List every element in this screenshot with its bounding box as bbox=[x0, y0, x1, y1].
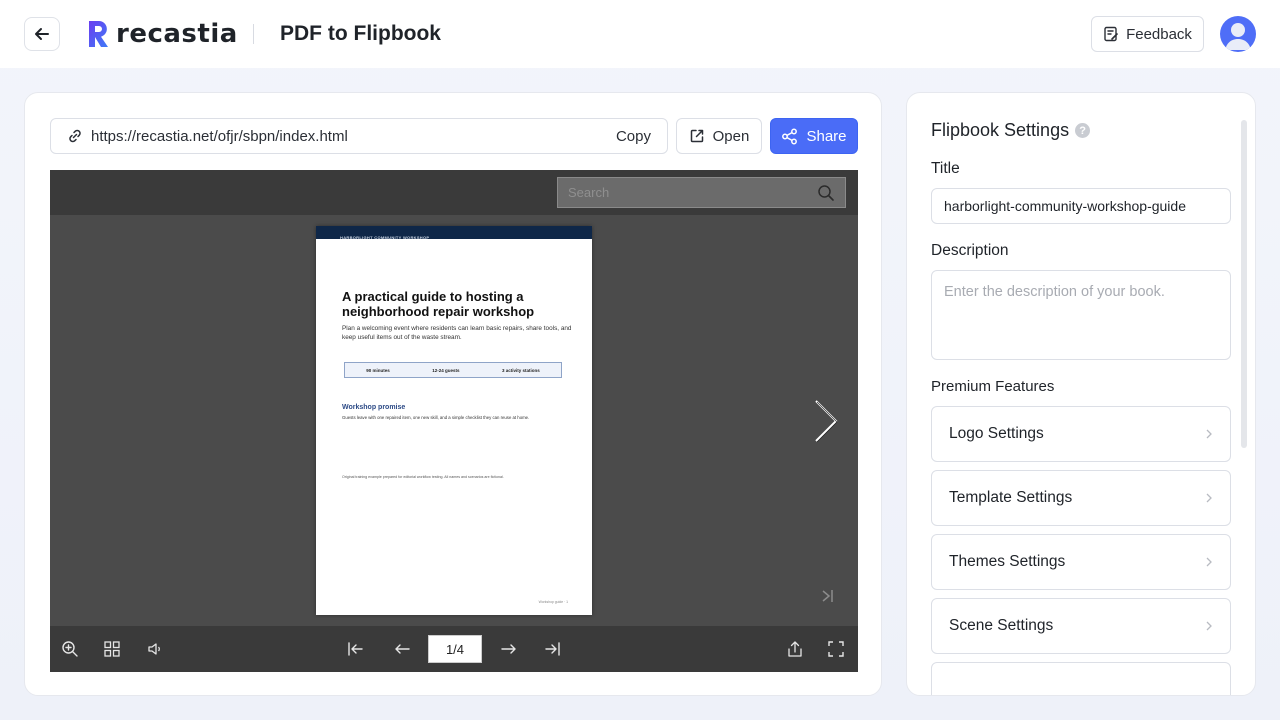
chevron-right-icon bbox=[1206, 557, 1212, 567]
settings-scrollbar[interactable] bbox=[1241, 120, 1247, 448]
logo-mark-icon bbox=[89, 21, 108, 47]
themes-settings-row[interactable]: Themes Settings bbox=[931, 534, 1231, 590]
search-placeholder: Search bbox=[568, 185, 610, 200]
top-bar: recastia PDF to Flipbook Feedback bbox=[0, 0, 1280, 68]
settings-heading-text: Flipbook Settings bbox=[931, 120, 1070, 140]
page-section-heading: Workshop promise bbox=[342, 404, 406, 411]
viewer-search-input[interactable]: Search bbox=[557, 177, 846, 208]
last-page-corner-icon[interactable] bbox=[819, 587, 837, 605]
share-label: Share bbox=[806, 127, 847, 145]
settings-panel: Flipbook Settings ? Title harborlight-co… bbox=[906, 92, 1256, 696]
feedback-label: Feedback bbox=[1126, 25, 1192, 43]
feature-label: Scene Settings bbox=[949, 617, 1054, 634]
fullscreen-icon[interactable] bbox=[826, 639, 846, 659]
page-note: Original training example prepared for e… bbox=[342, 475, 504, 479]
share-url-field[interactable]: https://recastia.net/ofjr/sbpn/index.htm… bbox=[50, 118, 668, 154]
chevron-right-icon bbox=[1206, 621, 1212, 631]
settings-heading: Flipbook Settings ? bbox=[931, 120, 1091, 141]
stat-guests: 12-24 guests bbox=[432, 367, 460, 373]
feature-label: Logo Settings bbox=[949, 425, 1044, 442]
next-page-arrow-icon[interactable] bbox=[810, 398, 840, 444]
help-icon[interactable]: ? bbox=[1075, 123, 1091, 138]
page-title: PDF to Flipbook bbox=[280, 22, 441, 45]
open-label: Open bbox=[712, 127, 750, 145]
description-textarea[interactable]: Enter the description of your book. bbox=[931, 270, 1231, 360]
next-page-icon[interactable] bbox=[499, 639, 519, 659]
feedback-button[interactable]: Feedback bbox=[1091, 16, 1204, 52]
zoom-in-icon[interactable] bbox=[60, 639, 80, 659]
template-settings-row[interactable]: Template Settings bbox=[931, 470, 1231, 526]
page-stats-box: 90 minutes 12-24 guests 3 activity stati… bbox=[344, 362, 562, 378]
previous-page-icon[interactable] bbox=[392, 639, 412, 659]
chevron-right-icon bbox=[1206, 493, 1212, 503]
viewer-toolbar-top: Search bbox=[50, 170, 858, 215]
title-input[interactable]: harborlight-community-workshop-guide bbox=[931, 188, 1231, 224]
export-icon[interactable] bbox=[785, 639, 805, 659]
feature-label: Template Settings bbox=[949, 489, 1073, 506]
feedback-icon bbox=[1104, 26, 1118, 42]
page-band-text: HARBORLIGHT COMMUNITY WORKSHOP bbox=[340, 235, 430, 240]
flipbook-viewer: Search HARBORLIGHT COMMUNITY WORKSHOP A … bbox=[50, 170, 858, 672]
sound-icon[interactable] bbox=[145, 639, 165, 659]
last-page-icon[interactable] bbox=[543, 639, 563, 659]
more-settings-row-partial[interactable] bbox=[931, 662, 1231, 695]
header-divider bbox=[253, 24, 254, 44]
external-link-icon bbox=[690, 129, 703, 143]
page-number-input[interactable]: 1/4 bbox=[428, 635, 482, 663]
logo-settings-row[interactable]: Logo Settings bbox=[931, 406, 1231, 462]
first-page-icon[interactable] bbox=[345, 639, 365, 659]
back-button[interactable] bbox=[24, 17, 60, 51]
user-avatar[interactable] bbox=[1220, 16, 1256, 52]
page-heading: A practical guide to hosting a neighborh… bbox=[342, 289, 535, 319]
copy-button[interactable]: Copy bbox=[616, 128, 651, 145]
logo-text: recastia bbox=[116, 19, 238, 49]
page-header-band: HARBORLIGHT COMMUNITY WORKSHOP bbox=[316, 226, 592, 240]
search-icon[interactable] bbox=[817, 184, 835, 202]
stat-duration: 90 minutes bbox=[366, 367, 390, 373]
feature-label: Themes Settings bbox=[949, 553, 1066, 570]
share-icon bbox=[782, 128, 798, 144]
arrow-left-icon bbox=[35, 28, 49, 40]
preview-panel: https://recastia.net/ofjr/sbpn/index.htm… bbox=[24, 92, 882, 696]
scene-settings-row[interactable]: Scene Settings bbox=[931, 598, 1231, 654]
page-section-text: Guests leave with one repaired item, one… bbox=[342, 415, 530, 420]
description-label: Description bbox=[931, 242, 1009, 259]
premium-features-label: Premium Features bbox=[931, 378, 1055, 395]
stat-stations: 3 activity stations bbox=[501, 367, 540, 373]
flipbook-page[interactable]: HARBORLIGHT COMMUNITY WORKSHOP A practic… bbox=[316, 226, 592, 615]
page-subtitle: Plan a welcoming event where residents c… bbox=[342, 325, 572, 341]
thumbnails-grid-icon[interactable] bbox=[102, 639, 122, 659]
share-button[interactable]: Share bbox=[770, 118, 858, 154]
recastia-logo[interactable]: recastia bbox=[86, 16, 238, 52]
chevron-right-icon bbox=[1206, 429, 1212, 439]
viewer-toolbar-bottom: 1/4 bbox=[50, 626, 858, 672]
title-label: Title bbox=[931, 160, 960, 177]
page-footer: Workshop guide · 1 bbox=[538, 600, 568, 604]
share-url-text: https://recastia.net/ofjr/sbpn/index.htm… bbox=[91, 127, 348, 145]
open-button[interactable]: Open bbox=[676, 118, 762, 154]
user-icon bbox=[1225, 23, 1251, 50]
link-icon bbox=[67, 128, 83, 144]
